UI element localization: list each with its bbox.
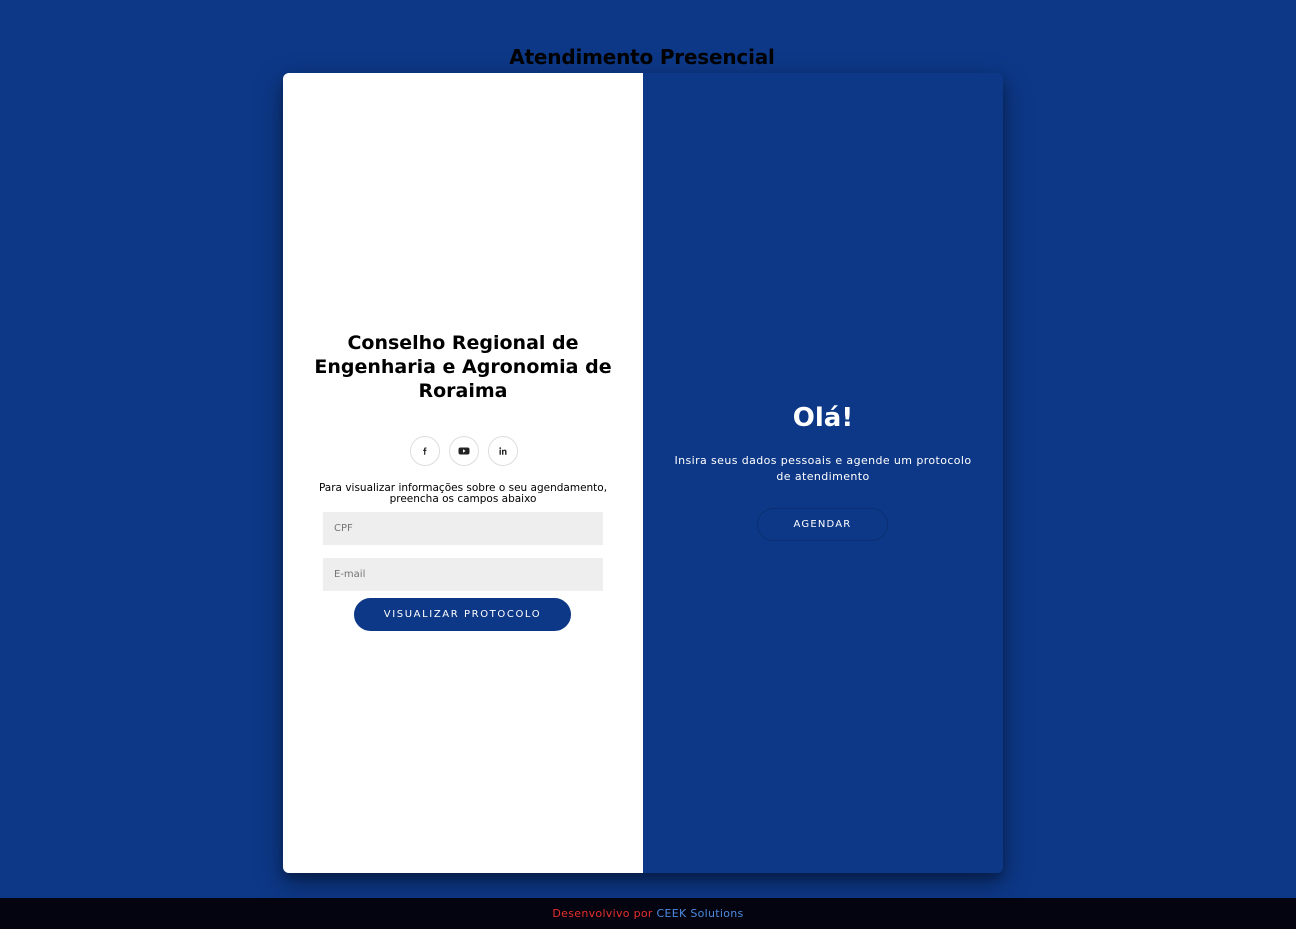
footer: Desenvolvivo por CEEK Solutions [0, 898, 1296, 929]
facebook-icon [423, 447, 427, 455]
facebook-link[interactable] [410, 436, 440, 466]
login-card: Conselho Regional de Engenharia e Agrono… [283, 73, 1003, 873]
protocol-lookup-panel: Conselho Regional de Engenharia e Agrono… [283, 73, 643, 873]
youtube-link[interactable] [449, 436, 479, 466]
youtube-icon [458, 447, 470, 455]
page-title: Atendimento Presencial [509, 45, 775, 70]
schedule-button[interactable]: AGENDAR [757, 508, 888, 541]
linkedin-icon [499, 447, 507, 455]
footer-prefix: Desenvolvivo por [552, 907, 653, 920]
cpf-input[interactable] [323, 512, 603, 545]
organization-name: Conselho Regional de Engenharia e Agrono… [314, 332, 612, 402]
email-input[interactable] [323, 558, 603, 591]
greeting-heading: Olá! [792, 403, 854, 433]
view-protocol-button[interactable]: VISUALIZAR PROTOCOLO [354, 598, 571, 631]
footer-developer-link[interactable]: CEEK Solutions [657, 907, 744, 920]
linkedin-link[interactable] [488, 436, 518, 466]
social-links [284, 436, 644, 466]
schedule-description: Insira seus dados pessoais e agende um p… [674, 454, 972, 483]
schedule-panel: Olá! Insira seus dados pessoais e agende… [643, 73, 1003, 873]
lookup-instructions: Para visualizar informações sobre o seu … [318, 482, 608, 505]
